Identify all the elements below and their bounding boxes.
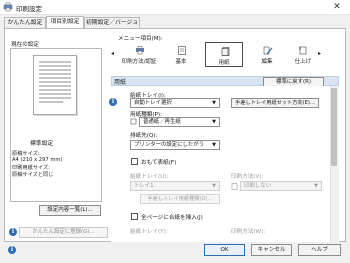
dropdown-arrow-icon: ▼ bbox=[212, 119, 216, 125]
cancel-button[interactable]: キャンセル bbox=[251, 244, 292, 256]
output-tray-label: 排紙先(Q): bbox=[130, 133, 158, 139]
finishing-icon bbox=[299, 46, 307, 55]
ok-button[interactable]: OK bbox=[204, 244, 245, 256]
select-value: トレイ1 bbox=[134, 183, 154, 189]
info-paper-size-label: 印刷用紙サイズ: bbox=[12, 165, 50, 171]
menu-item-edit[interactable]: 編集 bbox=[248, 42, 286, 67]
manual-tray-direction-button[interactable]: 手差しトレイ用紙セット方向(E)... bbox=[231, 98, 319, 108]
print-method-icon bbox=[136, 46, 144, 55]
register-simple-settings-button: かんたん設定に登録(G)... bbox=[19, 227, 108, 238]
slip-tray-label: 給紙トレイ(Y): bbox=[130, 229, 168, 235]
select-value: プリンターの設定にしたがう bbox=[134, 142, 205, 148]
menu-item-paper[interactable]: 用紙 bbox=[205, 42, 243, 67]
front-cover-label: おもて表紙(F) bbox=[141, 160, 177, 166]
settings-list-button[interactable]: 設定内容一覧(L)... bbox=[39, 205, 101, 216]
tab-simple-settings[interactable]: かんたん設定 bbox=[4, 17, 46, 28]
menu-item-print-method[interactable]: 印刷方法/認証 bbox=[120, 42, 158, 67]
input-tray-select[interactable]: 自動トレイ選択 ▼ bbox=[130, 98, 220, 108]
scrollbar-thumb[interactable] bbox=[331, 88, 337, 166]
menu-item-basic[interactable]: 基本 bbox=[162, 42, 200, 67]
title-bar bbox=[0, 0, 350, 15]
help-button[interactable]: ヘルプ bbox=[298, 244, 341, 256]
slip-sheet-label: 全ページに合紙を挿入(J) bbox=[141, 215, 203, 221]
cover-tray-select[interactable]: トレイ1 ▼ bbox=[130, 181, 220, 191]
front-cover-checkbox[interactable] bbox=[131, 158, 138, 165]
info-icon[interactable]: i bbox=[8, 246, 16, 254]
cover-print-method-label: 印刷方法(V): bbox=[231, 174, 264, 180]
slip-sheet-checkbox[interactable] bbox=[131, 213, 138, 220]
menu-items-label: メニュー項目(M): bbox=[118, 36, 163, 42]
info-original-size-label: 原稿サイズ: bbox=[12, 151, 40, 157]
paper-icon bbox=[221, 47, 230, 56]
cover-print-method-select[interactable]: 印刷しない ▼ bbox=[240, 181, 322, 191]
section-title: 用紙 bbox=[114, 79, 127, 86]
cover-manual-tray-button[interactable]: 手差しトレイ用紙種類(O)... bbox=[140, 194, 220, 204]
menu-item-label: 基本 bbox=[175, 59, 187, 65]
info-icon[interactable]: i bbox=[109, 98, 117, 106]
info-paper-size-value: 原稿サイズと同じ bbox=[12, 172, 54, 178]
select-value: 印刷しない bbox=[244, 183, 271, 189]
page-preview-icon bbox=[33, 55, 77, 115]
info-icon[interactable]: i bbox=[9, 228, 17, 236]
menu-scroll-right-icon[interactable]: ▸ bbox=[318, 50, 326, 58]
edit-icon bbox=[263, 46, 273, 55]
printer-icon bbox=[3, 2, 13, 12]
paper-type-select[interactable]: 普通紙／再生紙 ▼ bbox=[139, 117, 220, 127]
menu-item-label: 印刷方法/認証 bbox=[121, 59, 157, 65]
dropdown-arrow-icon: ▼ bbox=[314, 183, 318, 189]
select-value: 自動トレイ選択 bbox=[134, 100, 172, 106]
print-page-icon bbox=[231, 183, 238, 190]
slip-print-method-label: 印刷方法(W): bbox=[231, 229, 266, 235]
window-title: 印刷設定 bbox=[16, 5, 42, 13]
preset-name: 標準設定 bbox=[30, 141, 54, 147]
menu-item-label: 用紙 bbox=[218, 60, 230, 66]
current-settings-label: 現在の設定 bbox=[11, 42, 39, 48]
menu-item-label: 編集 bbox=[261, 59, 273, 65]
select-value: 普通紙／再生紙 bbox=[143, 119, 181, 125]
menu-item-finishing[interactable]: 仕上げ bbox=[285, 42, 321, 67]
paper-stack-icon bbox=[130, 118, 137, 125]
close-button[interactable]: ✕ bbox=[330, 1, 344, 13]
dropdown-arrow-icon: ▼ bbox=[212, 142, 216, 148]
menu-scroll-left-icon[interactable]: ◂ bbox=[111, 50, 119, 58]
menu-item-label: 仕上げ bbox=[294, 59, 312, 65]
info-original-size-value: A4 (210 x 297 mm) bbox=[12, 157, 63, 163]
cover-tray-label: 給紙トレイ(U): bbox=[130, 174, 169, 180]
dropdown-arrow-icon: ▼ bbox=[212, 183, 216, 189]
basic-icon bbox=[178, 46, 186, 55]
tab-defaults-version[interactable]: 初期設定／バージョン bbox=[84, 17, 140, 36]
output-tray-select[interactable]: プリンターの設定にしたがう ▼ bbox=[130, 140, 220, 150]
dropdown-arrow-icon: ▼ bbox=[212, 100, 216, 106]
